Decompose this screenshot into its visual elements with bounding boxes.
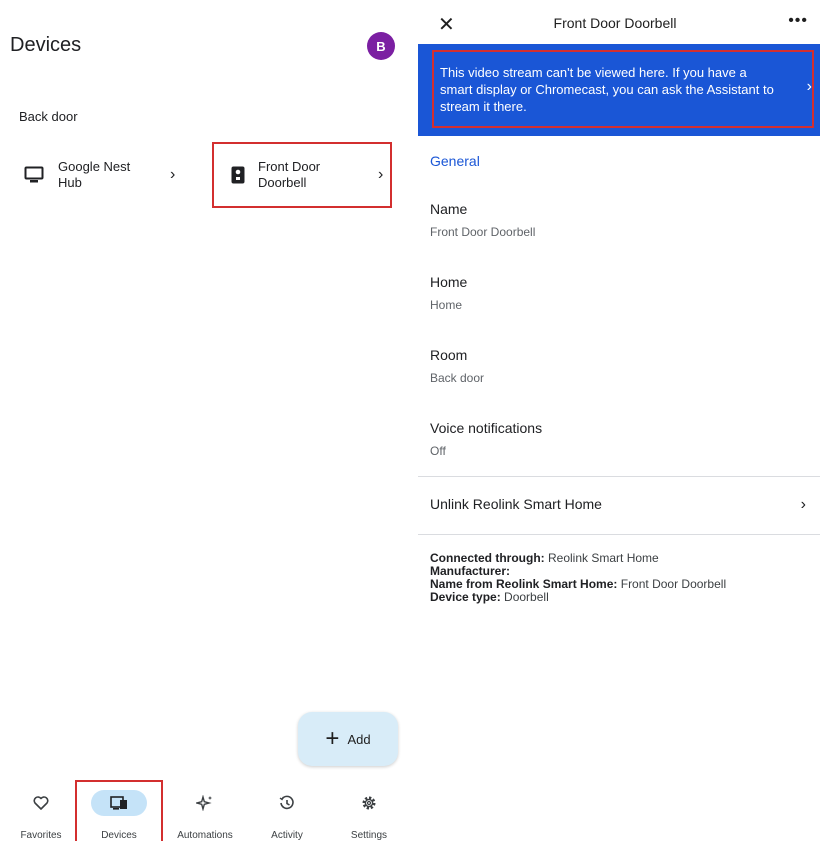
chevron-right-icon: ›	[800, 496, 806, 513]
bottom-nav: Favorites Devices Automations Activity S…	[0, 780, 410, 841]
nav-label: Activity	[271, 830, 303, 841]
field-label: Home	[430, 274, 468, 290]
field-voice-notifications[interactable]: Voice notifications Off	[430, 420, 810, 458]
field-value: Home	[430, 298, 463, 312]
field-room[interactable]: Room Back door	[430, 347, 810, 385]
chevron-right-icon: ›	[170, 166, 176, 183]
unlink-button[interactable]: Unlink Reolink Smart Home	[430, 496, 602, 512]
info-value: Doorbell	[504, 590, 549, 604]
device-type: Device type: Doorbell	[430, 591, 810, 604]
info-label: Connected through:	[430, 551, 545, 565]
divider	[418, 534, 820, 535]
gear-icon	[341, 790, 397, 816]
display-icon	[22, 163, 46, 187]
field-label: Name	[430, 201, 468, 217]
sparkle-icon	[177, 790, 233, 816]
info-value: Reolink Smart Home	[548, 551, 659, 565]
more-options-icon[interactable]: •••	[788, 12, 808, 30]
avatar[interactable]: B	[367, 32, 395, 60]
info-label: Manufacturer:	[430, 564, 511, 578]
field-value: Back door	[430, 371, 485, 385]
field-label: Voice notifications	[430, 420, 543, 436]
page-title: Devices	[10, 34, 82, 56]
info-label: Device type:	[430, 590, 501, 604]
field-value: Off	[430, 444, 446, 458]
nav-automations[interactable]: Automations	[164, 780, 246, 841]
field-value: Front Door Doorbell	[430, 225, 536, 239]
device-detail-panel: ✕ Front Door Doorbell ••• This video str…	[410, 0, 820, 841]
device-front-door-doorbell[interactable]: Front Door Doorbell ›	[212, 142, 392, 208]
field-name[interactable]: Name Front Door Doorbell	[430, 201, 810, 239]
section-general: General	[430, 153, 480, 169]
add-label: Add	[347, 731, 371, 747]
history-icon	[259, 790, 315, 816]
field-home[interactable]: Home Home	[430, 274, 810, 312]
info-label: Name from Reolink Smart Home:	[430, 577, 618, 591]
room-label: Back door	[19, 109, 78, 124]
device-name: Front Door Doorbell	[258, 159, 321, 190]
chevron-right-icon: ›	[806, 78, 812, 95]
device-name: Google Nest Hub	[58, 159, 131, 190]
top-bar: ✕ Front Door Doorbell •••	[410, 0, 820, 44]
nav-settings[interactable]: Settings	[328, 780, 410, 841]
plus-icon: +	[325, 725, 340, 752]
heart-icon	[13, 790, 69, 816]
nav-label: Favorites	[20, 830, 62, 841]
divider	[418, 476, 820, 477]
stream-banner[interactable]: This video stream can't be viewed here. …	[418, 44, 820, 136]
highlight-box	[75, 780, 163, 841]
chevron-right-icon: ›	[378, 166, 384, 183]
banner-text: This video stream can't be viewed here. …	[440, 65, 774, 114]
devices-panel: Devices B Back door Google Nest Hub › Fr…	[0, 0, 410, 841]
nav-label: Automations	[177, 830, 233, 841]
nav-activity[interactable]: Activity	[246, 780, 328, 841]
field-label: Room	[430, 347, 468, 363]
add-button[interactable]: + Add	[298, 712, 398, 766]
device-info: Connected through: Reolink Smart Home Ma…	[430, 552, 810, 604]
nav-label: Settings	[350, 830, 388, 841]
nav-favorites[interactable]: Favorites	[0, 780, 82, 841]
device-google-nest-hub[interactable]: Google Nest Hub ›	[22, 143, 197, 207]
doorbell-icon	[226, 163, 250, 187]
info-value: Front Door Doorbell	[620, 577, 727, 591]
panel-title: Front Door Doorbell	[553, 15, 677, 31]
